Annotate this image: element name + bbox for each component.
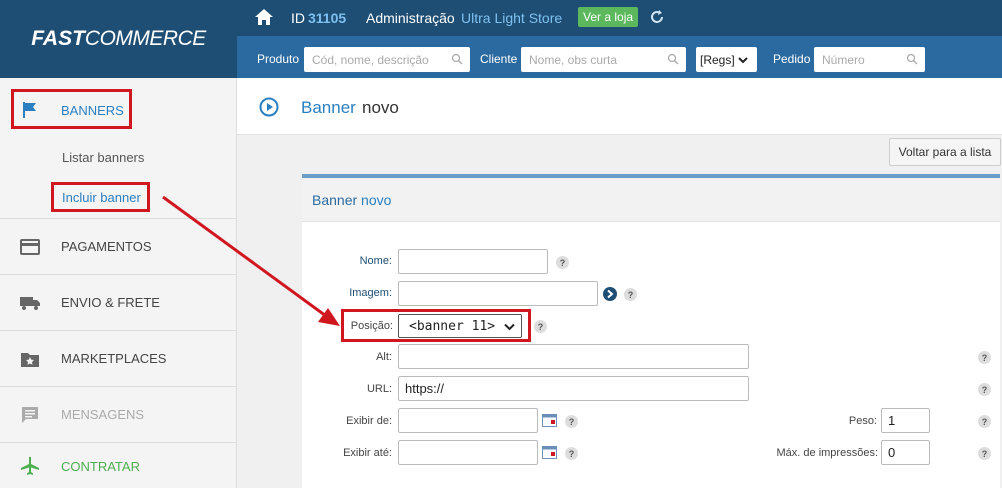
search-icon: [451, 53, 463, 65]
show-until-label: Exibir até:: [343, 447, 392, 459]
alt-label: Alt:: [376, 351, 392, 363]
calendar-icon[interactable]: [542, 414, 557, 427]
chevron-down-icon: [737, 56, 748, 63]
url-label: URL:: [366, 383, 392, 395]
truck-icon: [19, 292, 41, 314]
logo-area[interactable]: FASTCOMMERCE: [0, 0, 237, 78]
sidebar-item-hire-label: CONTRATAR: [61, 459, 140, 474]
client-search-placeholder: Nome, obs curta: [529, 52, 618, 67]
sidebar-item-shipping-label: ENVIO & FRETE: [61, 295, 160, 310]
search-bar: Produto Cód, nome, descrição Cliente Nom…: [237, 36, 1002, 78]
sidebar-item-marketplaces[interactable]: MARKETPLACES: [0, 331, 236, 387]
logo-fast: FAST: [31, 27, 85, 50]
store-id-label: ID: [291, 10, 305, 26]
product-search-input[interactable]: Cód, nome, descrição: [304, 47, 470, 72]
sidebar-item-messages-label: MENSAGENS: [61, 407, 145, 422]
play-circle-icon: [259, 97, 279, 117]
show-from-label: Exibir de:: [346, 415, 392, 427]
image-input[interactable]: [398, 281, 598, 306]
sidebar-item-payments-label: PAGAMENTOS: [61, 239, 152, 254]
message-icon: [19, 404, 41, 426]
weight-input[interactable]: 1: [881, 408, 930, 433]
chevron-down-icon: [504, 323, 515, 331]
product-search-label: Produto: [257, 52, 300, 66]
page-header: Banner novo: [237, 78, 1002, 135]
help-icon[interactable]: ?: [556, 256, 569, 269]
sidebar: BANNERS Listar banners Incluir banner PA…: [0, 78, 237, 488]
position-label: Posição:: [350, 320, 393, 332]
regs-select-value: [Regs]: [700, 52, 735, 67]
help-icon[interactable]: ?: [534, 320, 547, 333]
store-id-value: 31105: [308, 10, 347, 26]
panel-header: Banner novo: [302, 178, 1000, 222]
fastcommerce-logo: FASTCOMMERCE: [31, 27, 206, 51]
top-bar: ID 31105 Administração Ultra Light Store…: [237, 0, 1002, 36]
admin-label: Administração: [366, 10, 455, 26]
client-search-input[interactable]: Nome, obs curta: [521, 47, 686, 72]
position-select[interactable]: <banner 11>: [398, 314, 522, 338]
airplane-icon: [19, 455, 41, 477]
help-icon[interactable]: ?: [978, 415, 991, 428]
view-store-button[interactable]: Ver a loja: [578, 7, 639, 27]
order-search-placeholder: Número: [822, 52, 865, 67]
name-input[interactable]: [398, 249, 548, 274]
page-title-word2: novo: [362, 98, 399, 117]
help-icon[interactable]: ?: [565, 415, 578, 428]
help-icon[interactable]: ?: [978, 351, 991, 364]
position-select-value: <banner 11>: [409, 318, 496, 334]
home-icon[interactable]: [254, 8, 274, 26]
logo-commerce: COMMERCE: [84, 27, 206, 50]
arrow-right-circle-icon[interactable]: [603, 287, 617, 301]
sidebar-item-messages[interactable]: MENSAGENS: [0, 387, 236, 443]
credit-card-icon: [19, 236, 41, 258]
name-label: Nome:: [359, 255, 392, 267]
highlight-box-banners: [11, 89, 132, 129]
image-label: Imagem:: [349, 287, 392, 299]
order-search-input[interactable]: Número: [814, 47, 925, 72]
weight-label: Peso:: [848, 415, 877, 427]
product-search-placeholder: Cód, nome, descrição: [312, 52, 429, 67]
calendar-icon[interactable]: [542, 446, 557, 459]
search-icon: [906, 53, 918, 65]
help-icon[interactable]: ?: [624, 288, 637, 301]
panel-title: Banner novo: [312, 192, 391, 208]
marketplace-star-icon: [19, 348, 41, 370]
page-title-word1: Banner: [301, 98, 356, 117]
alt-input[interactable]: [398, 344, 749, 369]
panel-title-word1: Banner: [312, 192, 358, 208]
back-to-list-button[interactable]: Voltar para a lista: [889, 138, 1001, 166]
max-impressions-label: Máx. de impressões:: [776, 447, 878, 459]
max-impressions-input[interactable]: 0: [881, 440, 930, 465]
sidebar-item-shipping[interactable]: ENVIO & FRETE: [0, 275, 236, 331]
sidebar-subitem-list-banners[interactable]: Listar banners: [62, 150, 144, 165]
show-until-input[interactable]: [398, 440, 538, 465]
sidebar-item-marketplaces-label: MARKETPLACES: [61, 351, 167, 366]
help-icon[interactable]: ?: [978, 447, 991, 460]
url-input[interactable]: https://: [398, 376, 749, 401]
help-icon[interactable]: ?: [978, 383, 991, 396]
regs-select[interactable]: [Regs]: [696, 47, 757, 72]
order-search-label: Pedido: [773, 52, 811, 66]
show-from-input[interactable]: [398, 408, 538, 433]
sidebar-item-payments[interactable]: PAGAMENTOS: [0, 219, 236, 275]
search-icon: [667, 53, 679, 65]
sidebar-item-hire[interactable]: CONTRATAR: [0, 443, 236, 488]
client-search-label: Cliente: [480, 52, 518, 66]
store-name[interactable]: Ultra Light Store: [461, 10, 562, 26]
refresh-icon[interactable]: [649, 9, 665, 25]
highlight-box-include-banner: [51, 182, 150, 212]
help-icon[interactable]: ?: [565, 447, 578, 460]
panel-title-word2: novo: [361, 192, 392, 208]
